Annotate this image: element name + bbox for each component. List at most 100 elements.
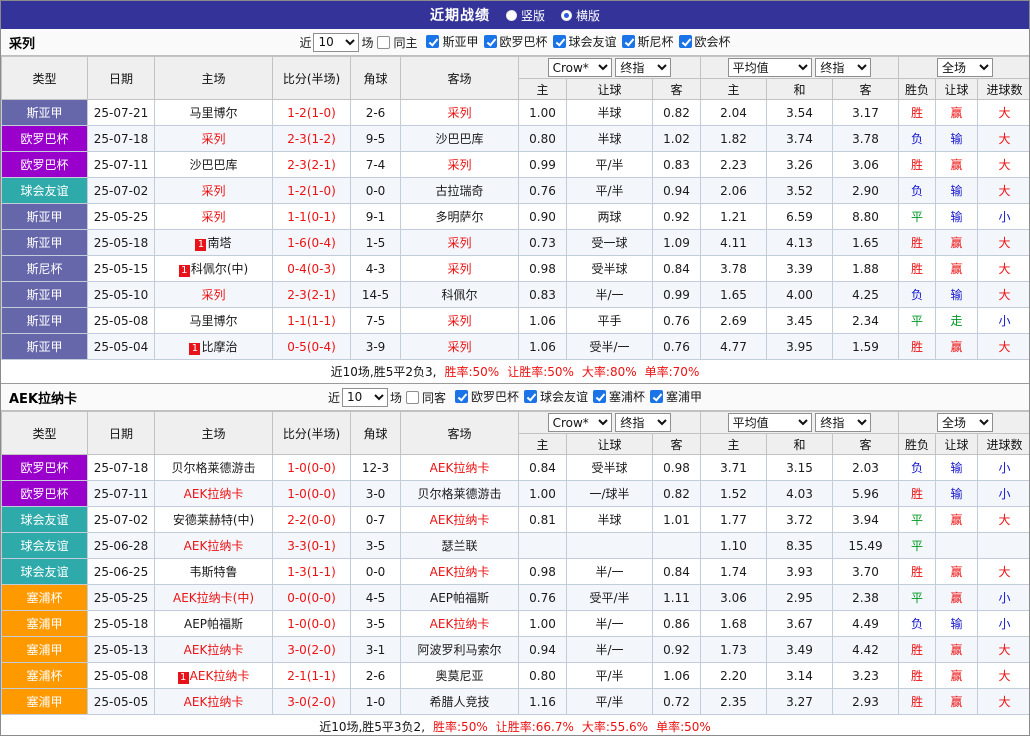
avg-time-select[interactable]: 终指 xyxy=(815,58,872,77)
result-goals-cell: 大 xyxy=(977,636,1029,663)
away-team[interactable]: 奥莫尼亚 xyxy=(400,662,519,689)
home-team[interactable]: 沙巴巴库 xyxy=(154,151,273,178)
league-filter[interactable]: 斯亚甲 xyxy=(426,33,479,50)
score-cell[interactable]: 2-3(2-1) xyxy=(272,151,351,178)
home-team[interactable]: AEK拉纳卡 xyxy=(154,532,273,559)
score-cell[interactable]: 0-5(0-4) xyxy=(272,333,351,360)
home-team[interactable]: 贝尔格莱德游击 xyxy=(154,454,273,481)
home-team[interactable]: 采列 xyxy=(154,125,273,152)
score-cell[interactable]: 0-0(0-0) xyxy=(272,584,351,611)
away-team[interactable]: 采列 xyxy=(400,307,519,334)
score-cell[interactable]: 2-2(0-0) xyxy=(272,506,351,533)
score-cell[interactable]: 1-1(0-1) xyxy=(272,203,351,230)
score-cell[interactable]: 1-0(0-0) xyxy=(272,480,351,507)
result-wdl-cell: 平 xyxy=(898,203,937,230)
league-filter[interactable]: 球会友谊 xyxy=(524,388,588,405)
away-team[interactable]: 采列 xyxy=(400,99,519,126)
home-team[interactable]: 1 科佩尔(中) xyxy=(154,255,273,282)
score-cell[interactable]: 2-3(2-1) xyxy=(272,281,351,308)
score-cell[interactable]: 1-2(1-0) xyxy=(272,177,351,204)
odds-source-select[interactable]: Crow* xyxy=(547,58,612,77)
full-match-select[interactable]: 全场 xyxy=(937,58,994,77)
home-team[interactable]: 韦斯特鲁 xyxy=(154,558,273,585)
league-filter[interactable]: 斯尼杯 xyxy=(621,33,674,50)
home-team[interactable]: AEK拉纳卡(中) xyxy=(154,584,273,611)
away-team[interactable]: AEK拉纳卡 xyxy=(400,506,519,533)
recent-count-select[interactable]: 10 xyxy=(341,387,388,407)
away-team[interactable]: AEK拉纳卡 xyxy=(400,454,519,481)
odds-away-cell: 0.98 xyxy=(652,454,701,481)
home-team[interactable]: AEK拉纳卡 xyxy=(154,688,273,715)
away-team[interactable]: 采列 xyxy=(400,333,519,360)
score-cell[interactable]: 1-1(1-1) xyxy=(272,307,351,334)
home-team[interactable]: AEP帕福斯 xyxy=(154,610,273,637)
score-cell[interactable]: 1-0(0-0) xyxy=(272,610,351,637)
odds-source-select[interactable]: Crow* xyxy=(547,413,612,432)
home-team[interactable]: 采列 xyxy=(154,281,273,308)
same-venue-filter[interactable]: 同客 xyxy=(405,389,446,406)
match-row: 斯亚甲 25-05-08 马里博尔 1-1(1-1) 7-5 采列 1.06 平手 0.76 2.… xyxy=(1,307,1029,334)
score-cell[interactable]: 1-2(1-0) xyxy=(272,99,351,126)
date-cell: 25-07-11 xyxy=(87,480,155,507)
score-cell[interactable]: 1-6(0-4) xyxy=(272,229,351,256)
home-team[interactable]: AEK拉纳卡 xyxy=(154,480,273,507)
away-team[interactable]: 科佩尔 xyxy=(400,281,519,308)
layout-radio-horizontal[interactable]: 横版 xyxy=(561,7,600,24)
away-team[interactable]: 采列 xyxy=(400,151,519,178)
sub-col-goals: 进球数 xyxy=(977,433,1029,455)
odds-time-select[interactable]: 终指 xyxy=(615,58,672,77)
odds-time-select[interactable]: 终指 xyxy=(615,413,672,432)
full-match-select[interactable]: 全场 xyxy=(937,413,994,432)
away-team[interactable]: AEP帕福斯 xyxy=(400,584,519,611)
corners-cell: 2-6 xyxy=(350,662,401,689)
date-cell: 25-05-25 xyxy=(87,203,155,230)
avg-draw-cell: 3.49 xyxy=(766,636,833,663)
league-filter[interactable]: 欧会杯 xyxy=(678,33,731,50)
result-wdl-cell: 胜 xyxy=(898,662,937,689)
avg-source-select[interactable]: 平均值 xyxy=(727,58,812,77)
result-handicap-cell xyxy=(935,532,979,559)
away-team[interactable]: AEK拉纳卡 xyxy=(400,610,519,637)
league-filter[interactable]: 塞浦甲 xyxy=(650,388,702,405)
away-team[interactable]: 希腊人竞技 xyxy=(400,688,519,715)
home-team[interactable]: 采列 xyxy=(154,203,273,230)
home-team[interactable]: 1 比摩治 xyxy=(154,333,273,360)
score-cell[interactable]: 3-0(2-0) xyxy=(272,688,351,715)
score-cell[interactable]: 1-0(0-0) xyxy=(272,454,351,481)
league-filter[interactable]: 球会友谊 xyxy=(552,33,617,50)
away-team[interactable]: 贝尔格莱德游击 xyxy=(400,480,519,507)
recent-count-select[interactable]: 10 xyxy=(313,32,360,52)
home-team[interactable]: 马里博尔 xyxy=(154,99,273,126)
away-team[interactable]: 瑟兰联 xyxy=(400,532,519,559)
away-team[interactable]: 古拉瑞奇 xyxy=(400,177,519,204)
home-team[interactable]: AEK拉纳卡 xyxy=(154,636,273,663)
home-team[interactable]: 马里博尔 xyxy=(154,307,273,334)
home-team[interactable]: 安德莱赫特(中) xyxy=(154,506,273,533)
away-team[interactable]: AEK拉纳卡 xyxy=(400,558,519,585)
score-cell[interactable]: 3-0(2-0) xyxy=(272,636,351,663)
away-team[interactable]: 多明萨尔 xyxy=(400,203,519,230)
same-venue-filter[interactable]: 同主 xyxy=(377,34,417,51)
avg-source-select[interactable]: 平均值 xyxy=(727,413,812,432)
away-team[interactable]: 采列 xyxy=(400,255,519,282)
league-filter[interactable]: 欧罗巴杯 xyxy=(483,33,548,50)
result-wdl-cell: 负 xyxy=(898,610,937,637)
away-team[interactable]: 阿波罗利马索尔 xyxy=(400,636,519,663)
league-filter[interactable]: 塞浦杯 xyxy=(593,388,645,405)
score-cell[interactable]: 2-3(1-2) xyxy=(272,125,351,152)
score-cell[interactable]: 2-1(1-1) xyxy=(272,662,351,689)
score-cell[interactable]: 0-4(0-3) xyxy=(272,255,351,282)
odds-handicap-cell: 受一球 xyxy=(566,229,653,256)
home-team[interactable]: 1 AEK拉纳卡 xyxy=(154,662,273,689)
home-team[interactable]: 1 南塔 xyxy=(154,229,273,256)
away-team[interactable]: 采列 xyxy=(400,229,519,256)
score-cell[interactable]: 1-3(1-1) xyxy=(272,558,351,585)
league-filter[interactable]: 欧罗巴杯 xyxy=(454,388,519,405)
odds-away-cell: 0.94 xyxy=(652,177,701,204)
layout-radio-vertical[interactable]: 竖版 xyxy=(505,7,545,24)
home-team[interactable]: 采列 xyxy=(154,177,273,204)
score-cell[interactable]: 3-3(0-1) xyxy=(272,532,351,559)
away-team[interactable]: 沙巴巴库 xyxy=(400,125,519,152)
date-cell: 25-07-02 xyxy=(87,177,155,204)
avg-time-select[interactable]: 终指 xyxy=(815,413,872,432)
